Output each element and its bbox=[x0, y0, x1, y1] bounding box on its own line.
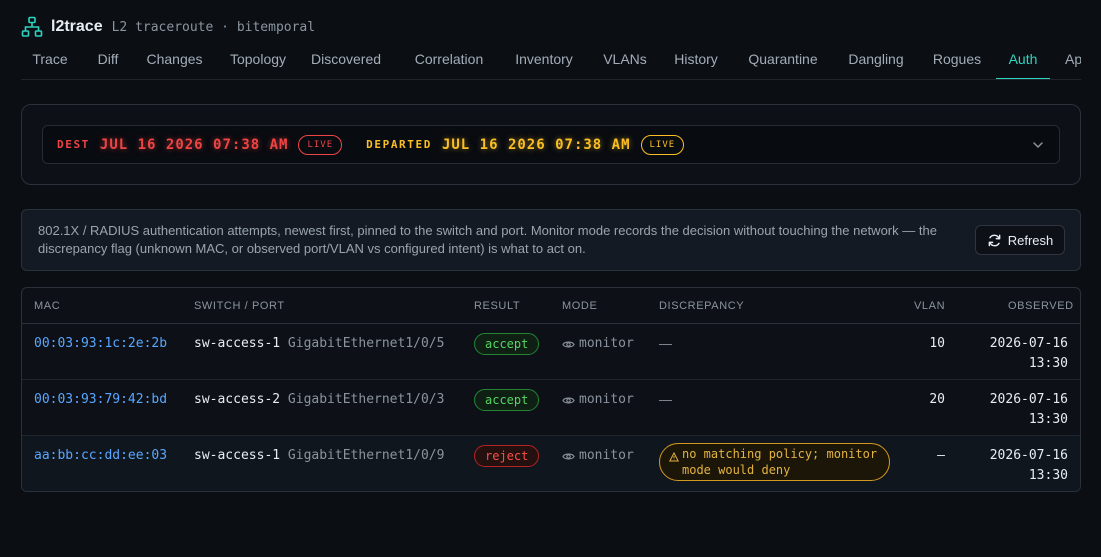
tab-topology[interactable]: Topology bbox=[222, 40, 294, 79]
departed-label: DEPARTED bbox=[366, 138, 432, 151]
observed-cell: 2026-07-16 13:30 bbox=[978, 334, 1068, 374]
observed-time: 13:30 bbox=[1028, 356, 1068, 371]
network-tree-icon bbox=[21, 16, 43, 37]
tab-quarantine[interactable]: Quarantine bbox=[740, 40, 826, 79]
refresh-icon bbox=[988, 234, 1001, 246]
col-mode: MODE bbox=[562, 300, 598, 312]
info-panel: 802.1X / RADIUS authentication attempts,… bbox=[21, 209, 1081, 271]
tab-dangling[interactable]: Dangling bbox=[840, 40, 912, 79]
tab-vlans[interactable]: VLANs bbox=[597, 40, 653, 79]
refresh-button[interactable]: Refresh bbox=[975, 225, 1065, 255]
vlan-cell: — bbox=[937, 448, 945, 463]
switch-port-cell: sw-access-1 GigabitEthernet1/0/5 bbox=[194, 334, 444, 354]
vlan-cell: 20 bbox=[929, 392, 945, 407]
time-travel-bar[interactable]: DEST JUL 16 2026 07:38 AM LIVE DEPARTED … bbox=[42, 125, 1060, 164]
table-header: MAC SWITCH / PORT RESULT MODE DISCREPANC… bbox=[22, 288, 1080, 324]
discrepancy-cell: — bbox=[659, 392, 672, 407]
observed-date: 2026-07-16 bbox=[989, 336, 1068, 351]
dest-label: DEST bbox=[57, 138, 90, 151]
port-name: GigabitEthernet1/0/9 bbox=[287, 448, 445, 463]
mac-link[interactable]: aa:bb:cc:dd:ee:03 bbox=[34, 446, 167, 466]
mode-cell: monitor bbox=[562, 334, 634, 354]
observed-cell: 2026-07-16 13:30 bbox=[978, 446, 1068, 486]
col-result: RESULT bbox=[474, 300, 521, 312]
tab-bar: Trace Diff Changes Topology Discovered C… bbox=[21, 40, 1081, 80]
tab-trace[interactable]: Trace bbox=[21, 40, 79, 79]
auth-table: MAC SWITCH / PORT RESULT MODE DISCREPANC… bbox=[21, 287, 1081, 492]
col-observed: OBSERVED bbox=[1008, 300, 1074, 312]
mode-cell: monitor bbox=[562, 390, 634, 410]
eye-icon bbox=[562, 453, 575, 459]
chevron-down-icon[interactable] bbox=[1031, 138, 1045, 152]
result-badge: reject bbox=[474, 445, 540, 467]
discrepancy-text: no matching policy; monitor mode would d… bbox=[682, 447, 878, 477]
observed-time: 13:30 bbox=[1028, 468, 1068, 483]
col-discrepancy: DISCREPANCY bbox=[659, 300, 745, 312]
time-travel-card: DEST JUL 16 2026 07:38 AM LIVE DEPARTED … bbox=[21, 104, 1081, 185]
mode-label: monitor bbox=[579, 336, 634, 351]
col-switch-port: SWITCH / PORT bbox=[194, 300, 285, 312]
tab-rogues[interactable]: Rogues bbox=[925, 40, 989, 79]
port-name: GigabitEthernet1/0/3 bbox=[287, 392, 445, 407]
observed-date: 2026-07-16 bbox=[989, 392, 1068, 407]
tab-changes[interactable]: Changes bbox=[137, 40, 212, 79]
switch-port-cell: sw-access-1 GigabitEthernet1/0/9 bbox=[194, 446, 444, 466]
tab-diff[interactable]: Diff bbox=[89, 40, 127, 79]
mac-link[interactable]: 00:03:93:79:42:bd bbox=[34, 390, 167, 410]
discrepancy-badge: no matching policy; monitor mode would d… bbox=[659, 443, 890, 481]
departed-live-badge: LIVE bbox=[640, 134, 685, 155]
result-badge: accept bbox=[474, 389, 540, 411]
col-vlan: VLAN bbox=[914, 300, 946, 312]
tab-correlation[interactable]: Correlation bbox=[405, 40, 493, 79]
tab-inventory[interactable]: Inventory bbox=[507, 40, 581, 79]
table-row[interactable]: aa:bb:cc:dd:ee:03 sw-access-1 GigabitEth… bbox=[22, 436, 1080, 491]
discrepancy-cell: — bbox=[659, 336, 672, 351]
mac-link[interactable]: 00:03:93:1c:2e:2b bbox=[34, 334, 167, 354]
col-mac: MAC bbox=[34, 300, 61, 312]
vlan-cell: 10 bbox=[929, 336, 945, 351]
mode-label: monitor bbox=[579, 392, 634, 407]
observed-cell: 2026-07-16 13:30 bbox=[978, 390, 1068, 430]
app-title: l2trace bbox=[51, 18, 103, 35]
switch-name: sw-access-1 bbox=[194, 448, 281, 463]
refresh-label: Refresh bbox=[1007, 232, 1054, 248]
port-name: GigabitEthernet1/0/5 bbox=[287, 336, 445, 351]
observed-date: 2026-07-16 bbox=[989, 448, 1068, 463]
switch-port-cell: sw-access-2 GigabitEthernet1/0/3 bbox=[194, 390, 444, 410]
tab-history[interactable]: History bbox=[665, 40, 727, 79]
switch-name: sw-access-1 bbox=[194, 336, 281, 351]
warning-triangle-icon bbox=[669, 452, 679, 462]
eye-icon bbox=[562, 341, 575, 347]
departed-time: JUL 16 2026 07:38 AM bbox=[441, 136, 631, 153]
dest-live-badge: LIVE bbox=[298, 134, 343, 155]
observed-time: 13:30 bbox=[1028, 412, 1068, 427]
table-row[interactable]: 00:03:93:79:42:bd sw-access-2 GigabitEth… bbox=[22, 380, 1080, 436]
switch-name: sw-access-2 bbox=[194, 392, 281, 407]
result-badge: accept bbox=[474, 333, 540, 355]
mode-cell: monitor bbox=[562, 446, 634, 466]
mode-label: monitor bbox=[579, 448, 634, 463]
table-row[interactable]: 00:03:93:1c:2e:2b sw-access-1 GigabitEth… bbox=[22, 324, 1080, 380]
tab-auth[interactable]: Auth bbox=[996, 40, 1050, 79]
dest-time: JUL 16 2026 07:38 AM bbox=[99, 136, 289, 153]
tab-ap[interactable]: Ap bbox=[1061, 40, 1081, 79]
eye-icon bbox=[562, 397, 575, 403]
info-description: 802.1X / RADIUS authentication attempts,… bbox=[38, 223, 937, 256]
app-header: l2trace L2 traceroute · bitemporal bbox=[21, 14, 315, 40]
tab-discovered[interactable]: Discovered bbox=[305, 40, 387, 79]
app-subtitle: L2 traceroute · bitemporal bbox=[111, 19, 316, 35]
